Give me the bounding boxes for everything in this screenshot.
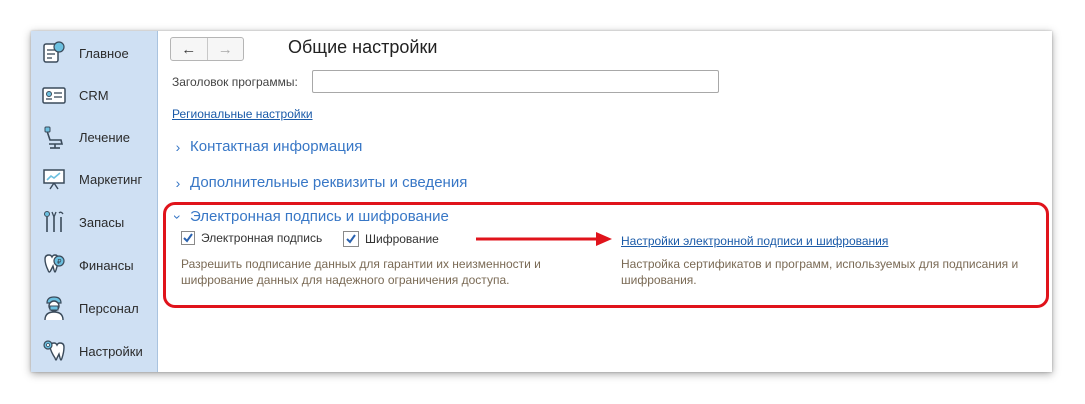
arrow-right-icon: → xyxy=(217,40,233,58)
program-title-input[interactable] xyxy=(312,70,719,93)
section-label: Дополнительные реквизиты и сведения xyxy=(190,174,468,191)
checkmark-icon xyxy=(183,233,193,243)
description-line: шифрования. xyxy=(621,273,697,287)
description-line: Настройка сертификатов и программ, испол… xyxy=(621,257,1019,271)
sidebar-item-label: Настройки xyxy=(79,343,143,359)
svg-text:₽: ₽ xyxy=(57,258,62,266)
presentation-board-icon xyxy=(39,164,69,194)
app-window: Главное CRM Лечение Маркетинг Запасы ₽ Ф… xyxy=(31,31,1052,372)
program-title-label: Заголовок программы: xyxy=(172,75,298,89)
back-button[interactable]: ← xyxy=(171,38,208,60)
encryption-checkbox[interactable] xyxy=(343,231,359,247)
digital-signature-label: Электронная подпись xyxy=(201,231,323,245)
sidebar-item-treatment[interactable]: Лечение xyxy=(31,117,157,157)
signature-settings-link[interactable]: Настройки электронной подписи и шифрован… xyxy=(621,234,888,248)
settings-description: Настройка сертификатов и программ, испол… xyxy=(621,256,1018,288)
chevron-right-icon: › xyxy=(175,138,181,155)
checkmark-icon xyxy=(346,234,356,244)
sidebar-item-staff[interactable]: Персонал xyxy=(31,288,157,328)
description-line: Разрешить подписание данных для гарантии… xyxy=(181,257,541,271)
id-card-icon xyxy=(39,80,69,110)
sidebar-item-crm[interactable]: CRM xyxy=(31,75,157,115)
sidebar: Главное CRM Лечение Маркетинг Запасы ₽ Ф… xyxy=(31,31,158,372)
main-content: ← → Общие настройки Заголовок программы:… xyxy=(158,31,1052,372)
sidebar-item-label: Запасы xyxy=(79,214,125,230)
section-label: Электронная подпись и шифрование xyxy=(190,208,449,225)
sidebar-item-finance[interactable]: ₽ Финансы xyxy=(31,245,157,285)
sidebar-item-label: CRM xyxy=(79,87,109,103)
section-label: Контактная информация xyxy=(190,138,363,155)
sidebar-item-label: Финансы xyxy=(79,257,134,273)
page-title: Общие настройки xyxy=(288,37,438,57)
sidebar-item-label: Маркетинг xyxy=(79,171,143,187)
section-additional-details[interactable]: › Дополнительные реквизиты и сведения xyxy=(172,174,468,191)
chevron-right-icon: › xyxy=(175,174,181,191)
chevron-down-icon: › xyxy=(170,214,186,219)
dental-tools-icon xyxy=(39,207,69,237)
sidebar-item-label: Главное xyxy=(79,45,129,61)
section-contact-info[interactable]: › Контактная информация xyxy=(172,138,363,155)
encryption-checkbox-row[interactable]: Шифрование xyxy=(343,231,439,247)
sidebar-item-marketing[interactable]: Маркетинг xyxy=(31,159,157,199)
description-line: шифрование данных для надежного ограниче… xyxy=(181,273,510,287)
section-digital-signature[interactable]: › Электронная подпись и шифрование xyxy=(170,208,449,225)
sidebar-item-label: Лечение xyxy=(79,129,131,145)
sidebar-item-stock[interactable]: Запасы xyxy=(31,202,157,242)
doctor-icon xyxy=(39,293,69,323)
forward-button[interactable]: → xyxy=(208,38,244,60)
digital-signature-checkbox-row[interactable]: Электронная подпись xyxy=(181,231,322,245)
tooth-gear-icon xyxy=(39,336,69,366)
home-doc-icon xyxy=(39,38,69,68)
sidebar-item-main[interactable]: Главное xyxy=(31,33,157,73)
sidebar-item-settings[interactable]: Настройки xyxy=(31,331,157,371)
tooth-coin-icon: ₽ xyxy=(39,250,69,280)
red-arrow-annotation xyxy=(476,232,612,246)
arrow-left-icon: ← xyxy=(181,40,197,58)
signature-description: Разрешить подписание данных для гарантии… xyxy=(181,256,541,288)
nav-buttons: ← → xyxy=(170,37,244,61)
encryption-label: Шифрование xyxy=(365,232,439,246)
dental-chair-icon xyxy=(39,122,69,152)
regional-settings-link[interactable]: Региональные настройки xyxy=(172,107,313,121)
digital-signature-checkbox[interactable] xyxy=(181,231,195,245)
sidebar-item-label: Персонал xyxy=(79,300,139,316)
